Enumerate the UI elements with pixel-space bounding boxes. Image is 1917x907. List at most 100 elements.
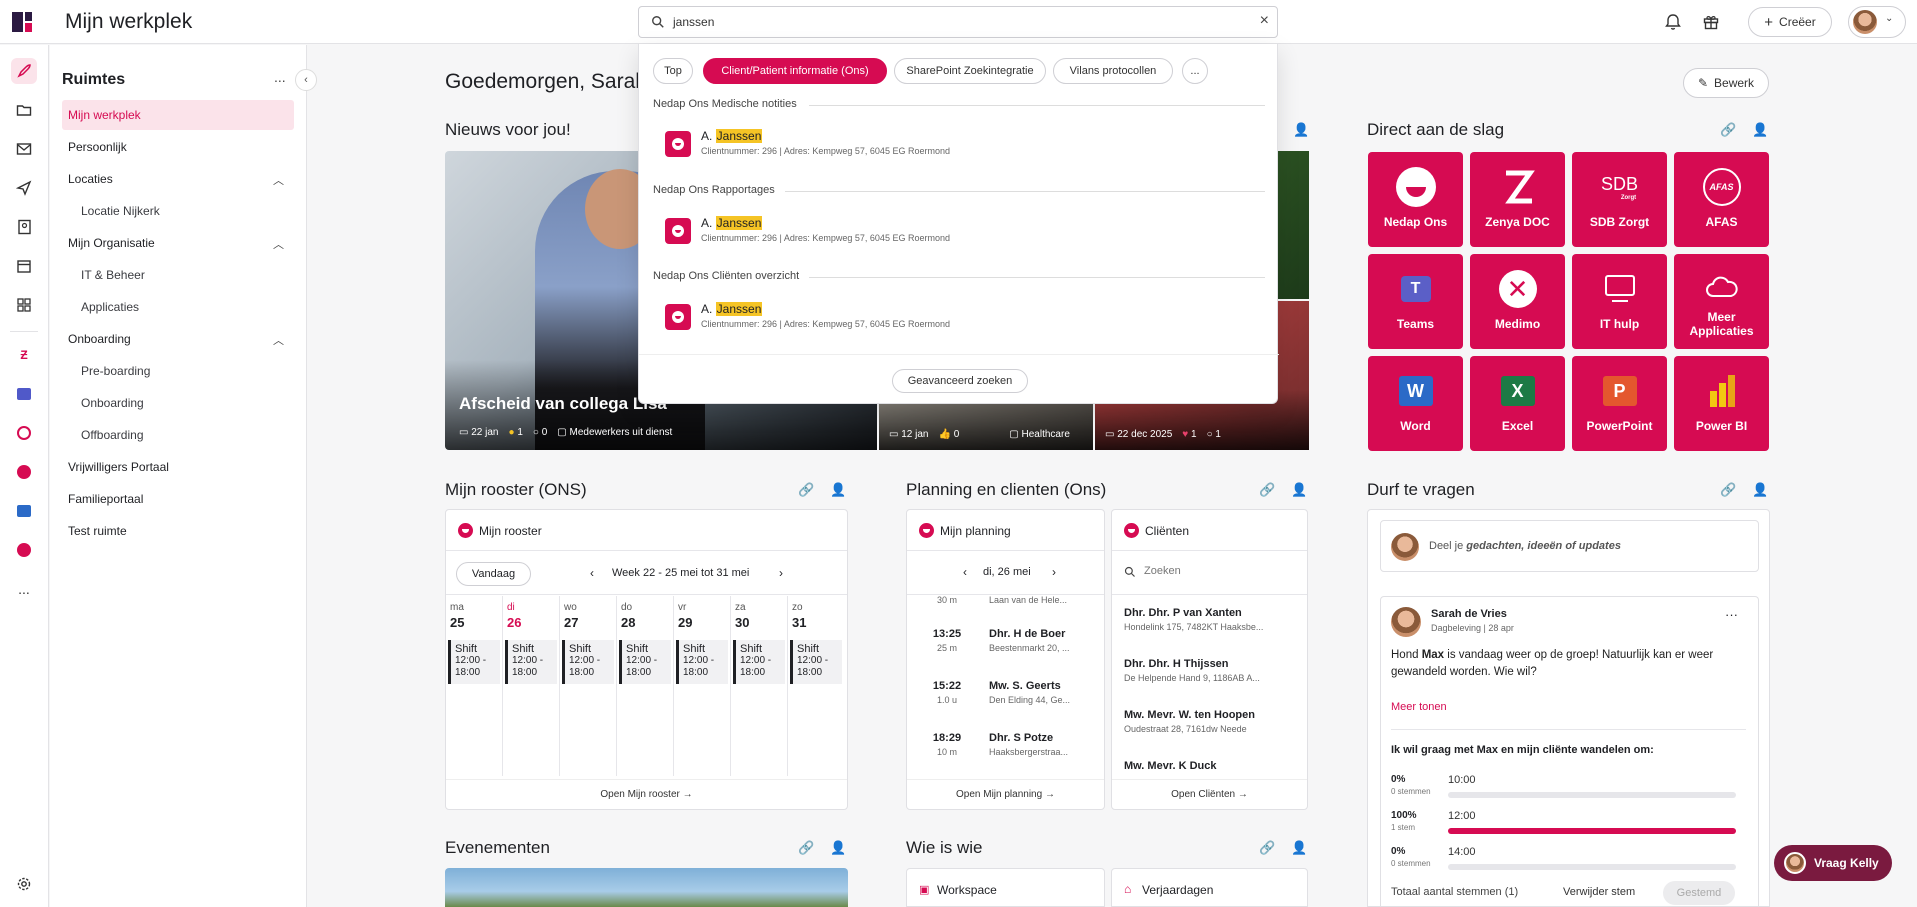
- client-row[interactable]: Dhr. Dhr. P van Xanten Hondelink 175, 748…: [1124, 607, 1264, 632]
- subscribe-icon[interactable]: 👤: [1291, 482, 1307, 498]
- word-icon[interactable]: [11, 498, 37, 524]
- teams-icon[interactable]: [11, 381, 37, 407]
- rocket-icon[interactable]: [11, 58, 37, 84]
- shift-block[interactable]: Shift 12:00 - 18:00: [733, 640, 785, 684]
- subscribe-icon[interactable]: 👤: [830, 482, 846, 498]
- voted-button[interactable]: Gestemd: [1663, 881, 1735, 905]
- link-icon[interactable]: 🔗: [798, 840, 814, 856]
- show-more-link[interactable]: Meer tonen: [1391, 701, 1447, 713]
- prev-day-button[interactable]: ‹: [963, 565, 967, 579]
- shift-block[interactable]: Shift 12:00 - 18:00: [790, 640, 842, 684]
- shift-block[interactable]: Shift 12:00 - 18:00: [505, 640, 557, 684]
- nedap-ons-icon[interactable]: [11, 537, 37, 563]
- sidebar-item-vrijwilligers-portaal[interactable]: Vrijwilligers Portaal: [62, 452, 294, 482]
- remove-vote-button[interactable]: Verwijder stem: [1563, 886, 1635, 898]
- shift-block[interactable]: Shift 12:00 - 18:00: [448, 640, 500, 684]
- birthdays-card[interactable]: ⌂ Verjaardagen: [1111, 868, 1308, 907]
- zenya-icon[interactable]: Ƶ: [11, 342, 37, 368]
- search-input[interactable]: janssen ×: [638, 6, 1278, 38]
- nedap-icon[interactable]: [11, 459, 37, 485]
- sidebar-item-locaties[interactable]: Locaties ︿: [62, 164, 294, 194]
- tile-teams[interactable]: T Teams: [1368, 254, 1463, 349]
- profile-menu-button[interactable]: ⌄: [1848, 6, 1906, 38]
- planning-row[interactable]: 18:29 10 m Dhr. S Potze Haaksbergerstraa...: [907, 732, 1104, 774]
- edit-button[interactable]: ✎ Bewerk: [1683, 68, 1769, 98]
- planning-row[interactable]: 15:22 1.0 u Mw. S. Geerts Den Elding 44, Ge…: [907, 680, 1104, 722]
- next-week-button[interactable]: ›: [779, 566, 783, 580]
- collapse-panel-button[interactable]: ‹: [295, 69, 317, 91]
- shift-block[interactable]: Shift 12:00 - 18:00: [619, 640, 671, 684]
- shift-block[interactable]: Shift 12:00 - 18:00: [676, 640, 728, 684]
- link-icon[interactable]: 🔗: [1720, 122, 1736, 138]
- open-planning-link[interactable]: Open Mijn planning →: [907, 779, 1104, 809]
- settings-gear-icon[interactable]: [11, 871, 37, 897]
- subscribe-icon[interactable]: 👤: [1293, 122, 1309, 138]
- next-day-button[interactable]: ›: [1052, 565, 1056, 579]
- tile-nedap-ons[interactable]: Nedap Ons: [1368, 152, 1463, 247]
- filter-chip-client-patient[interactable]: Client/Patient informatie (Ons): [703, 58, 887, 84]
- tile-excel[interactable]: X Excel: [1470, 356, 1565, 451]
- post-composer[interactable]: Deel je gedachten, ideeën of updates: [1380, 520, 1759, 572]
- open-rooster-link[interactable]: Open Mijn rooster →: [446, 779, 847, 809]
- clients-search-input[interactable]: Zoeken: [1122, 557, 1298, 587]
- post-author[interactable]: Sarah de Vries: [1431, 608, 1507, 620]
- search-value[interactable]: janssen: [673, 15, 714, 29]
- link-icon[interactable]: 🔗: [1720, 482, 1736, 498]
- ask-assistant-button[interactable]: Vraag Kelly: [1774, 845, 1892, 881]
- link-icon[interactable]: 🔗: [1259, 482, 1275, 498]
- workspace-card[interactable]: ▣ Workspace: [906, 868, 1105, 907]
- chevron-up-icon[interactable]: ︿: [273, 172, 284, 188]
- tile-it-hulp[interactable]: IT hulp: [1572, 254, 1667, 349]
- client-row[interactable]: Mw. Mevr. K Duck: [1124, 760, 1264, 775]
- planning-row[interactable]: 13:25 25 m Dhr. H de Boer Beestenmarkt 20, …: [907, 628, 1104, 670]
- link-icon[interactable]: 🔗: [798, 482, 814, 498]
- sidebar-item-persoonlijk[interactable]: Persoonlijk: [62, 132, 294, 162]
- subscribe-icon[interactable]: 👤: [830, 840, 846, 856]
- tile-sdb-zorgt[interactable]: SDB Zorgt SDB Zorgt: [1572, 152, 1667, 247]
- sidebar-item-pre-boarding[interactable]: Pre-boarding: [62, 356, 294, 386]
- open-clients-link[interactable]: Open Cliënten →: [1112, 779, 1307, 809]
- clear-search-icon[interactable]: ×: [1260, 12, 1269, 30]
- post-more-button[interactable]: ···: [1725, 607, 1738, 622]
- bell-icon[interactable]: [1662, 11, 1684, 33]
- tile-word[interactable]: W Word: [1368, 356, 1463, 451]
- search-result[interactable]: A. Janssen Clientnummer: 296 | Adres: Ke…: [665, 300, 1225, 334]
- folder-icon[interactable]: [11, 97, 37, 123]
- today-button[interactable]: Vandaag: [456, 562, 531, 586]
- sidebar-item-onboarding-group[interactable]: Onboarding ︿: [62, 324, 294, 354]
- sidebar-item-offboarding[interactable]: Offboarding: [62, 420, 294, 450]
- client-row[interactable]: Dhr. Dhr. H Thijssen De Helpende Hand 9, …: [1124, 658, 1264, 683]
- sidebar-item-test-ruimte[interactable]: Test ruimte: [62, 516, 294, 546]
- afas-icon[interactable]: [11, 420, 37, 446]
- filter-chip-top[interactable]: Top: [653, 58, 693, 84]
- link-icon[interactable]: 🔗: [1259, 840, 1275, 856]
- create-button[interactable]: + Creëer: [1748, 7, 1832, 37]
- advanced-search-button[interactable]: Geavanceerd zoeken: [892, 369, 1028, 393]
- filter-more-button[interactable]: ...: [1182, 58, 1208, 84]
- brand-logo[interactable]: [12, 12, 32, 32]
- tile-powerpoint[interactable]: P PowerPoint: [1572, 356, 1667, 451]
- shift-block[interactable]: Shift 12:00 - 18:00: [562, 640, 614, 684]
- chevron-up-icon[interactable]: ︿: [273, 332, 284, 348]
- sidebar-item-familieportaal[interactable]: Familieportaal: [62, 484, 294, 514]
- spaces-more-button[interactable]: ...: [274, 69, 286, 85]
- tile-zenya-doc[interactable]: Zenya DOC: [1470, 152, 1565, 247]
- sidebar-item-applicaties[interactable]: Applicaties: [62, 292, 294, 322]
- gift-icon[interactable]: [1700, 11, 1722, 33]
- more-apps-icon[interactable]: ...: [11, 576, 37, 602]
- sidebar-item-mijn-organisatie[interactable]: Mijn Organisatie ︿: [62, 228, 294, 258]
- filter-chip-sharepoint[interactable]: SharePoint Zoekintegratie: [894, 58, 1046, 84]
- prev-week-button[interactable]: ‹: [590, 566, 594, 580]
- send-icon[interactable]: [11, 175, 37, 201]
- tile-meer-applicaties[interactable]: Meer Applicaties: [1674, 254, 1769, 349]
- apps-grid-icon[interactable]: [11, 292, 37, 318]
- contacts-icon[interactable]: [11, 214, 37, 240]
- tile-medimo[interactable]: ✕ Medimo: [1470, 254, 1565, 349]
- tile-afas[interactable]: AFAS AFAS: [1674, 152, 1769, 247]
- event-image[interactable]: [445, 868, 848, 907]
- subscribe-icon[interactable]: 👤: [1752, 482, 1768, 498]
- sidebar-item-mijn-werkplek[interactable]: Mijn werkplek: [62, 100, 294, 130]
- client-row[interactable]: Mw. Mevr. W. ten Hoopen Oudestraat 28, 71…: [1124, 709, 1264, 734]
- chevron-up-icon[interactable]: ︿: [273, 236, 284, 252]
- search-result[interactable]: A. Janssen Clientnummer: 296 | Adres: Ke…: [665, 214, 1225, 248]
